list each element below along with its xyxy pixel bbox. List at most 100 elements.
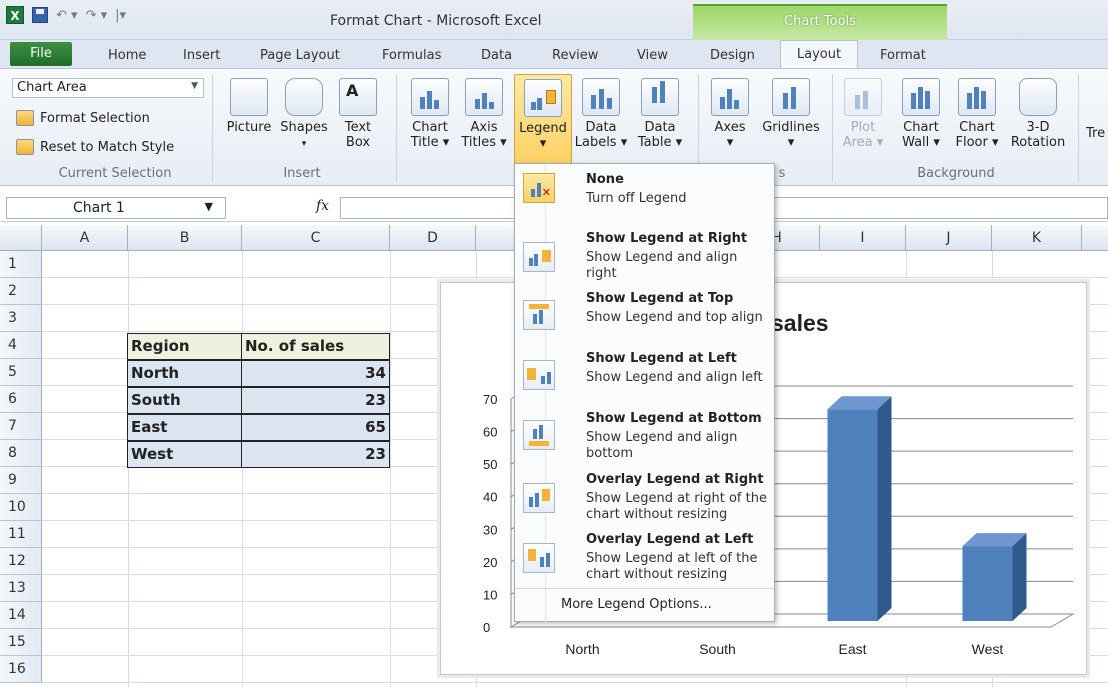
row-header[interactable]: 13 xyxy=(0,575,42,602)
tab-file[interactable]: File xyxy=(10,42,72,66)
reset-style-label: Reset to Match Style xyxy=(40,139,175,155)
legend-option-left[interactable]: Show Legend at Left Show Legend and alig… xyxy=(515,350,774,408)
axis-titles-button[interactable]: Axis Titles ▾ xyxy=(458,78,510,150)
row-header[interactable]: 10 xyxy=(0,494,42,521)
table-cell[interactable]: West xyxy=(127,441,243,468)
legend-option-none[interactable]: ✕ None Turn off Legend xyxy=(515,170,774,222)
table-cell[interactable]: East xyxy=(127,414,243,441)
legend-dropdown-menu: ✕ None Turn off Legend Show Legend at Ri… xyxy=(514,163,775,623)
legend-option-bottom[interactable]: Show Legend at Bottom Show Legend and al… xyxy=(515,410,774,468)
gridlines-button[interactable]: Gridlines ▾ xyxy=(756,78,826,150)
tab-data[interactable]: Data xyxy=(481,48,512,63)
data-labels-label-2: Labels ▾ xyxy=(574,135,628,150)
shapes-label: Shapes xyxy=(280,120,328,135)
column-header-k[interactable]: K xyxy=(992,225,1082,251)
name-box[interactable]: Chart 1 ▼ xyxy=(6,197,226,219)
excel-logo-icon[interactable]: X xyxy=(6,6,24,24)
table-cell[interactable]: 23 xyxy=(241,441,390,468)
table-header-region[interactable]: Region xyxy=(127,333,243,360)
legend-option-title: Show Legend at Bottom xyxy=(586,411,762,426)
customize-qat-icon[interactable]: |▾ xyxy=(115,8,126,23)
shapes-button[interactable]: Shapes ▾ xyxy=(277,78,331,152)
chart-elements-dropdown[interactable]: Chart Area ▼ xyxy=(12,78,204,98)
grid-line xyxy=(242,251,243,687)
column-header-d[interactable]: D xyxy=(390,225,476,251)
group-label-axes: s xyxy=(778,166,786,181)
row-header[interactable]: 7 xyxy=(0,413,42,440)
y-tick-label: 70 xyxy=(483,392,497,407)
redo-icon[interactable]: ↷ ▾ xyxy=(86,8,108,23)
legend-option-overlay-left[interactable]: Overlay Legend at Left Show Legend at le… xyxy=(515,531,774,589)
tab-design[interactable]: Design xyxy=(710,48,755,63)
legend-button[interactable]: Legend ▾ xyxy=(514,74,572,164)
format-selection-button[interactable]: Format Selection xyxy=(16,110,150,126)
table-cell[interactable]: South xyxy=(127,387,243,414)
window-title: Format Chart - Microsoft Excel xyxy=(330,13,542,29)
chart-wall-icon xyxy=(902,78,940,116)
y-tick-label: 10 xyxy=(483,587,497,602)
row-header[interactable]: 6 xyxy=(0,386,42,413)
row-header[interactable]: 11 xyxy=(0,521,42,548)
chart-floor-button[interactable]: Chart Floor ▾ xyxy=(950,78,1004,150)
legend-option-title: Show Legend at Left xyxy=(586,351,737,366)
row-header[interactable]: 2 xyxy=(0,278,42,305)
column-header-b[interactable]: B xyxy=(128,225,242,251)
tab-formulas[interactable]: Formulas xyxy=(382,48,441,63)
chart-floor-icon xyxy=(958,78,996,116)
tab-layout[interactable]: Layout xyxy=(780,40,858,69)
tab-review[interactable]: Review xyxy=(552,48,598,63)
data-labels-icon xyxy=(582,78,620,116)
row-header[interactable]: 9 xyxy=(0,467,42,494)
more-legend-options-item[interactable]: More Legend Options... xyxy=(561,597,712,612)
chevron-down-icon: ▼ xyxy=(191,81,198,91)
tab-view[interactable]: View xyxy=(637,48,668,63)
row-header[interactable]: 12 xyxy=(0,548,42,575)
row-header[interactable]: 8 xyxy=(0,440,42,467)
plot-area-button[interactable]: Plot Area ▾ xyxy=(838,78,888,150)
legend-option-top[interactable]: Show Legend at Top Show Legend and top a… xyxy=(515,290,774,348)
column-header-c[interactable]: C xyxy=(242,225,390,251)
legend-left-icon xyxy=(523,360,555,390)
select-all-corner[interactable] xyxy=(0,225,42,251)
row-header[interactable]: 14 xyxy=(0,602,42,629)
column-header-j[interactable]: J xyxy=(906,225,992,251)
trendline-button[interactable]: Tre xyxy=(1086,126,1108,141)
tab-page-layout[interactable]: Page Layout xyxy=(260,48,340,63)
table-cell[interactable]: 34 xyxy=(241,360,390,387)
table-cell[interactable]: 23 xyxy=(241,387,390,414)
legend-option-right[interactable]: Show Legend at Right Show Legend and ali… xyxy=(515,230,774,288)
undo-icon[interactable]: ↶ ▾ xyxy=(56,8,78,23)
row-header[interactable]: 3 xyxy=(0,305,42,332)
picture-button[interactable]: Picture xyxy=(222,78,276,135)
row-header[interactable]: 4 xyxy=(0,332,42,359)
format-selection-icon xyxy=(16,110,34,126)
reset-style-button[interactable]: Reset to Match Style xyxy=(16,139,174,155)
3d-rotation-button[interactable]: 3-D Rotation xyxy=(1006,78,1070,150)
column-header-i[interactable]: I xyxy=(820,225,906,251)
tab-format[interactable]: Format xyxy=(880,48,926,63)
table-cell[interactable]: North xyxy=(127,360,243,387)
chart-title-button[interactable]: Chart Title ▾ xyxy=(404,78,456,150)
row-header[interactable]: 1 xyxy=(0,251,42,278)
row-header[interactable]: 16 xyxy=(0,656,42,683)
save-icon[interactable] xyxy=(32,7,48,23)
cube-icon xyxy=(1019,78,1057,116)
data-table-button[interactable]: Data Table ▾ xyxy=(632,78,688,150)
legend-option-desc: Show Legend and align bottom xyxy=(586,430,738,461)
x-tick-label: West xyxy=(972,641,1004,657)
row-header[interactable]: 5 xyxy=(0,359,42,386)
legend-option-overlay-right[interactable]: Overlay Legend at Right Show Legend at r… xyxy=(515,471,774,529)
chart-title-icon xyxy=(411,78,449,116)
tab-insert[interactable]: Insert xyxy=(183,48,220,63)
function-icon[interactable]: fx xyxy=(316,198,329,214)
table-cell[interactable]: 65 xyxy=(241,414,390,441)
column-header-a[interactable]: A xyxy=(42,225,128,251)
row-header[interactable]: 15 xyxy=(0,629,42,656)
table-header-sales[interactable]: No. of sales xyxy=(241,333,390,360)
text-box-label-1: Text xyxy=(344,120,372,135)
chart-wall-button[interactable]: Chart Wall ▾ xyxy=(895,78,947,150)
tab-home[interactable]: Home xyxy=(108,48,146,63)
axes-button[interactable]: Axes ▾ xyxy=(706,78,754,150)
text-box-button[interactable]: A Text Box xyxy=(336,78,380,150)
data-labels-button[interactable]: Data Labels ▾ xyxy=(573,78,629,150)
